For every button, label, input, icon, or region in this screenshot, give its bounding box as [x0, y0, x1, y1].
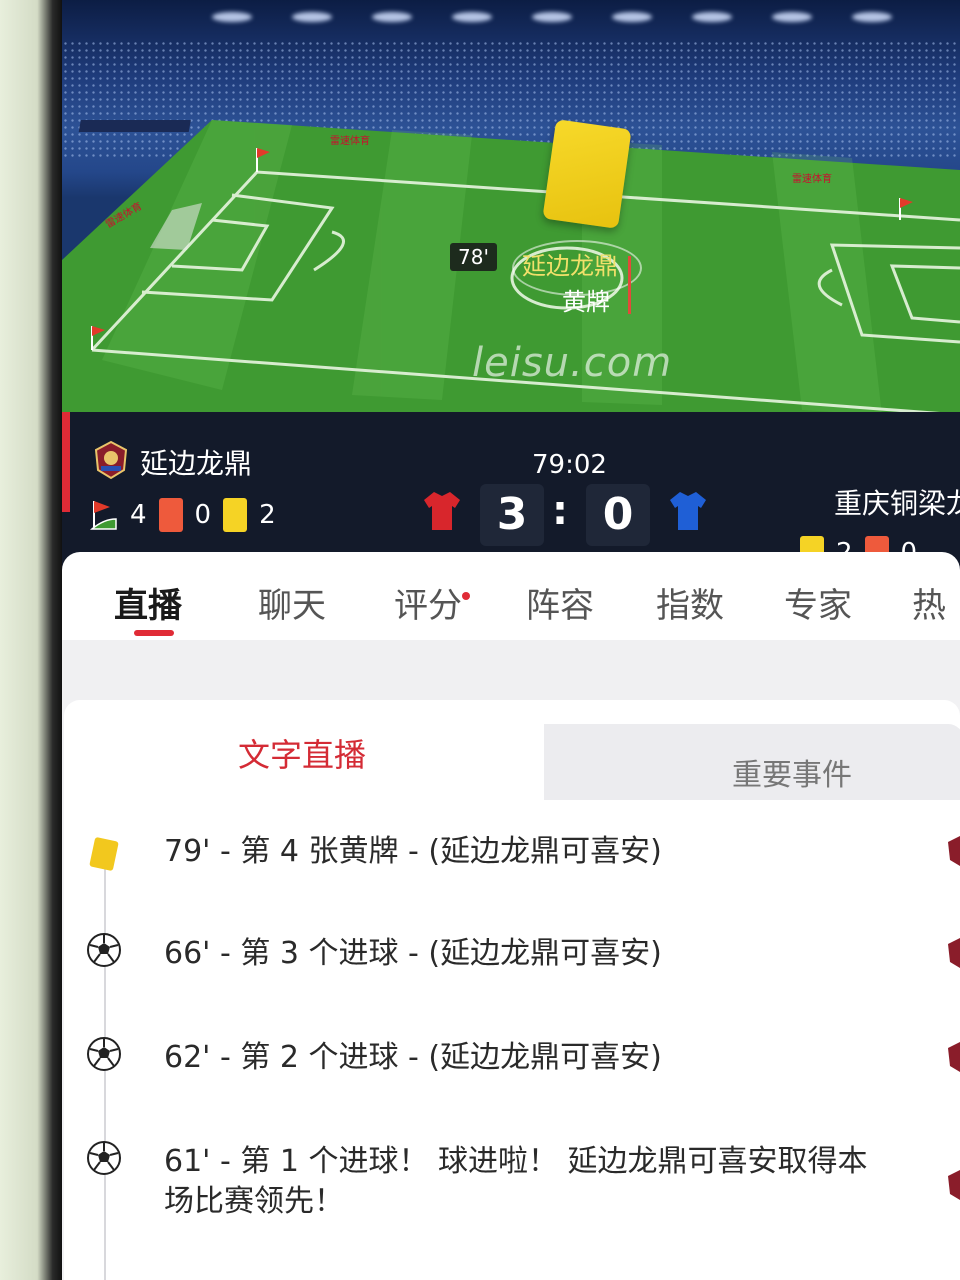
team-badge-icon: [948, 836, 960, 866]
yellow-card-icon: [542, 119, 632, 229]
app-screen: 雷速体育 雷速体育 雷速体育 78' 延边龙鼎 黄牌 leisu.com 延边龙…: [62, 0, 960, 1280]
tab-odds[interactable]: 指数: [656, 578, 724, 627]
event-text: 61' - 第 1 个进球！ 球进啦！ 延边龙鼎可喜安取得本场比赛领先！: [164, 1144, 868, 1219]
home-corners-count: 4: [130, 500, 147, 530]
notification-dot: [462, 592, 470, 600]
event-text: 79' - 第 4 张黄牌 - (延边龙鼎可喜安): [164, 834, 662, 869]
watermark: leisu.com: [472, 340, 673, 386]
scoreboard-accent: [62, 412, 70, 512]
tab-lineup[interactable]: 阵容: [526, 578, 594, 627]
tab-live[interactable]: 直播: [114, 578, 182, 627]
ad-board-text: 雷速体育: [330, 134, 370, 147]
team-badge-icon: [948, 1170, 960, 1200]
tab-rating[interactable]: 评分: [394, 578, 462, 627]
team-badge-icon: [948, 1042, 960, 1072]
event-minute: 78': [450, 243, 497, 271]
yellow-card-icon: [86, 836, 122, 872]
match-clock: 79:02: [532, 450, 607, 480]
home-score: 3: [480, 484, 544, 546]
away-score: 0: [586, 484, 650, 546]
ad-board-text: 雷速体育: [792, 172, 832, 185]
home-team-logo[interactable]: [92, 440, 130, 480]
event-text: 62' - 第 2 个进球 - (延边龙鼎可喜安): [164, 1040, 662, 1075]
soccer-ball-icon: [87, 1141, 121, 1175]
ad-board: [78, 120, 191, 132]
live-text-panel: 文字直播 重要事件 79' - 第 4 张黄牌 - (延边龙鼎可喜安) 66' …: [64, 700, 960, 1280]
corner-flag-icon: [90, 501, 117, 530]
scrolled-content-strip: [62, 640, 960, 700]
red-card-icon: [158, 498, 183, 532]
home-yellow-cards-count: 2: [259, 500, 276, 530]
event-marker: [628, 256, 631, 314]
home-team-name[interactable]: 延边龙鼎: [140, 442, 252, 482]
home-jersey-icon: [424, 492, 460, 530]
home-team-stats: 4 0 2: [90, 498, 276, 532]
event-text: 66' - 第 3 个进球 - (延边龙鼎可喜安): [164, 936, 662, 971]
tab-key-events[interactable]: 重要事件: [732, 750, 852, 794]
yellow-card-icon: [223, 498, 248, 532]
away-team-name[interactable]: 重庆铜梁龙: [834, 482, 960, 522]
main-tab-bar: 直播 聊天 评分 阵容 指数 专家 热: [62, 552, 960, 652]
tab-experts[interactable]: 专家: [784, 578, 852, 627]
soccer-ball-icon: [87, 933, 121, 967]
away-jersey-icon: [670, 492, 706, 530]
tab-text-live[interactable]: 文字直播: [238, 730, 366, 776]
tab-more[interactable]: 热: [912, 578, 946, 627]
event-team-name: 延边龙鼎: [522, 252, 618, 280]
phone-bezel: [0, 0, 62, 1280]
live-subtabs: 文字直播 重要事件: [64, 700, 960, 800]
team-badge-icon: [948, 938, 960, 968]
event-type-label: 黄牌: [562, 288, 610, 316]
soccer-ball-icon: [87, 1037, 121, 1071]
score-separator: :: [552, 488, 568, 534]
active-tab-indicator: [134, 630, 174, 636]
tab-chat[interactable]: 聊天: [258, 578, 326, 627]
home-red-cards-count: 0: [194, 500, 212, 530]
